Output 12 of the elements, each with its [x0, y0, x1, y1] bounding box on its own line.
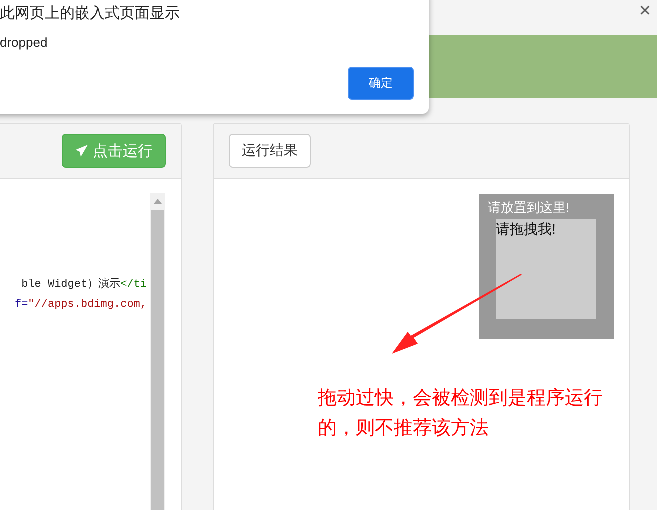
scrollbar[interactable]	[150, 193, 165, 510]
drag-box[interactable]: 请拖拽我!	[496, 219, 596, 319]
code-line: f="//apps.bdimg.com,	[14, 298, 147, 313]
arrow-icon	[392, 274, 524, 356]
code-line: ble Widget）演示</ti	[22, 277, 147, 293]
dialog-message: dropped	[0, 35, 48, 50]
result-tab[interactable]: 运行结果	[229, 134, 311, 168]
dialog-title: 此网页上的嵌入式页面显示	[0, 4, 180, 23]
ok-button[interactable]: 确定	[348, 67, 414, 100]
paper-plane-icon	[75, 144, 89, 158]
close-icon[interactable]: ×	[639, 0, 651, 22]
annotation-text: 拖动过快，会被检测到是程序运行的，则不推荐该方法	[318, 387, 604, 441]
